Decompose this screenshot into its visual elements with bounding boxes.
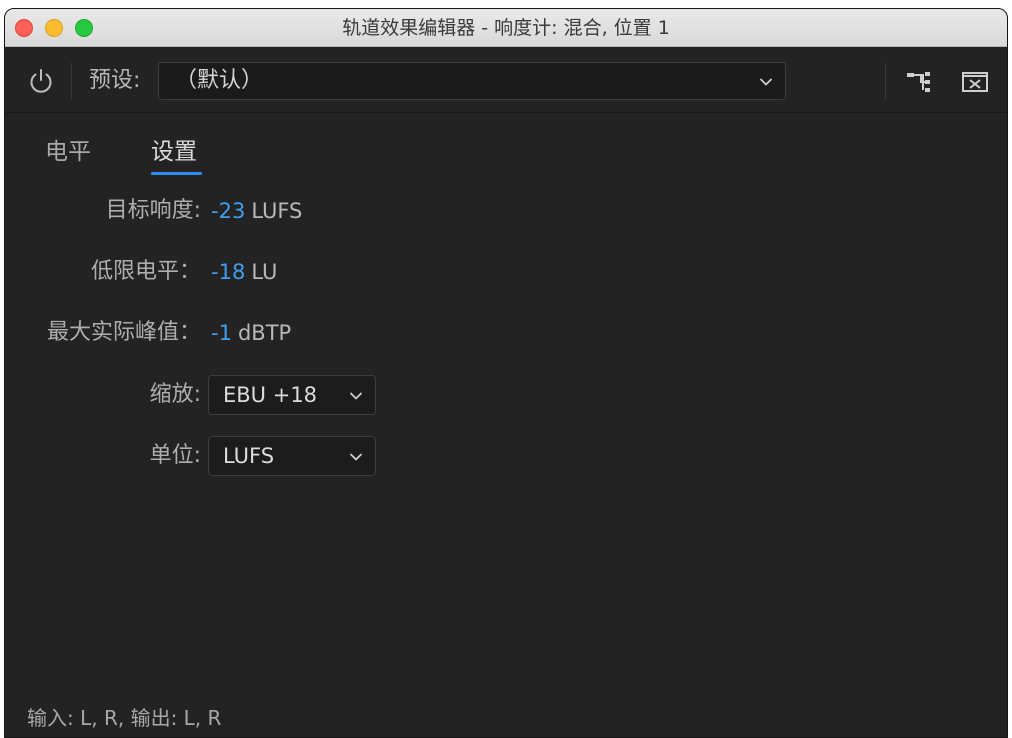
target-loudness-unit: LUFS bbox=[251, 199, 303, 223]
preset-value: （默认） bbox=[175, 68, 264, 93]
floor-level-unit: LU bbox=[251, 260, 278, 284]
units-dropdown[interactable]: LUFS bbox=[208, 436, 376, 476]
target-loudness-number[interactable]: -23 bbox=[211, 199, 245, 223]
scale-label: 缩放: bbox=[149, 382, 201, 407]
max-true-peak-number[interactable]: -1 bbox=[211, 321, 232, 345]
chevron-down-icon bbox=[350, 392, 362, 400]
max-true-peak-value[interactable]: -1 dBTP bbox=[211, 317, 291, 349]
target-loudness-label: 目标响度: bbox=[105, 198, 201, 223]
track-effect-editor-window: 轨道效果编辑器 - 响度计: 混合, 位置 1 预设: （默认） 电平 设置 目… bbox=[4, 8, 1008, 738]
window-title: 轨道效果编辑器 - 响度计: 混合, 位置 1 bbox=[342, 17, 670, 39]
tab-levels[interactable]: 电平 bbox=[45, 135, 91, 169]
preset-dropdown[interactable]: （默认） bbox=[158, 62, 786, 100]
scale-dropdown[interactable]: EBU +18 bbox=[208, 375, 376, 415]
chevron-down-icon bbox=[350, 453, 362, 461]
scale-value: EBU +18 bbox=[223, 383, 318, 407]
active-tab-indicator bbox=[151, 172, 202, 175]
chevron-down-icon bbox=[760, 78, 772, 86]
floor-level-label: 低限电平： bbox=[90, 259, 201, 284]
floor-level-number[interactable]: -18 bbox=[211, 260, 245, 284]
target-loudness-value[interactable]: -23 LUFS bbox=[211, 195, 302, 227]
floor-level-value[interactable]: -18 LU bbox=[211, 256, 277, 288]
tab-settings[interactable]: 设置 bbox=[151, 135, 197, 169]
units-value: LUFS bbox=[223, 444, 275, 468]
effect-toolbar: 预设: （默认） bbox=[5, 47, 1007, 113]
units-label: 单位: bbox=[149, 443, 201, 468]
toolbar-divider bbox=[885, 63, 886, 99]
close-box-icon[interactable] bbox=[961, 71, 989, 93]
power-icon[interactable] bbox=[27, 67, 55, 95]
title-bar[interactable]: 轨道效果编辑器 - 响度计: 混合, 位置 1 bbox=[5, 9, 1007, 47]
preset-label: 预设: bbox=[89, 68, 141, 93]
routing-icon[interactable] bbox=[905, 69, 935, 95]
toolbar-divider bbox=[71, 63, 72, 99]
io-status: 输入: L, R, 输出: L, R bbox=[27, 706, 222, 730]
max-true-peak-unit: dBTP bbox=[237, 321, 292, 345]
max-true-peak-label: 最大实际峰值： bbox=[46, 320, 201, 345]
